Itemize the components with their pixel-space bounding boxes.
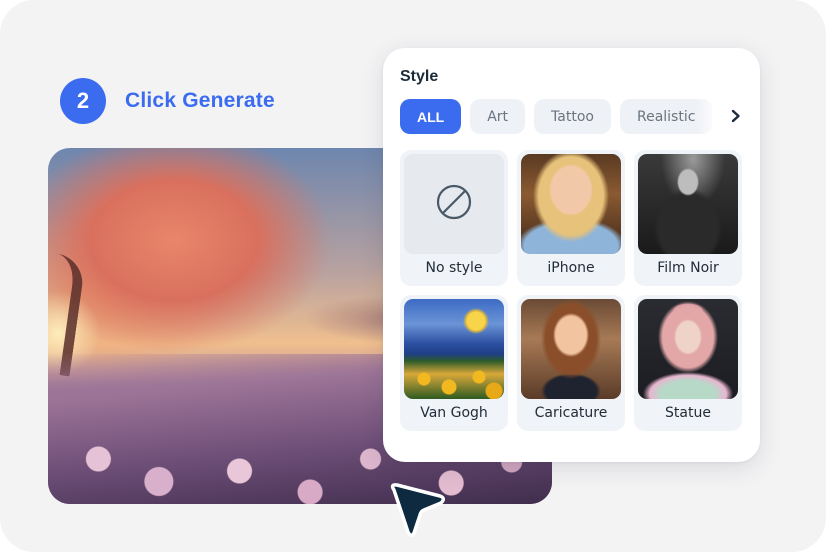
tab-all[interactable]: ALL <box>400 99 462 134</box>
style-thumb-iphone <box>521 154 621 254</box>
step-label: Click Generate <box>125 89 275 112</box>
tab-art[interactable]: Art <box>470 99 526 134</box>
pointer-arrow-icon <box>388 480 452 540</box>
background-frame: 2 Click Generate Style ALL Art Tattoo Re… <box>0 0 826 552</box>
style-card-statue[interactable]: Statue <box>634 295 742 431</box>
style-thumb-no-style <box>404 154 504 254</box>
style-card-van-gogh[interactable]: Van Gogh <box>400 295 508 431</box>
style-thumb-van-gogh <box>404 299 504 399</box>
no-style-icon <box>436 184 472 225</box>
step-number-badge: 2 <box>60 78 106 124</box>
style-thumb-film-noir <box>638 154 738 254</box>
style-category-tabs: ALL Art Tattoo Realistic F <box>400 99 740 134</box>
style-grid: No style iPhone Film Noir Van Gogh Caric… <box>400 150 742 431</box>
style-label: Film Noir <box>657 260 719 276</box>
style-label: Statue <box>665 405 711 421</box>
style-card-iphone[interactable]: iPhone <box>517 150 625 286</box>
style-card-no-style[interactable]: No style <box>400 150 508 286</box>
style-label: Caricature <box>534 405 608 421</box>
tab-tattoo[interactable]: Tattoo <box>534 99 611 134</box>
style-label: Van Gogh <box>420 405 488 421</box>
step-indicator: 2 Click Generate <box>60 78 275 124</box>
style-label: No style <box>425 260 483 276</box>
style-card-film-noir[interactable]: Film Noir <box>634 150 742 286</box>
style-panel: Style ALL Art Tattoo Realistic F <box>383 48 760 462</box>
style-thumb-caricature <box>521 299 621 399</box>
style-panel-title: Style <box>400 68 439 85</box>
chevron-right-icon[interactable] <box>727 107 745 125</box>
style-card-caricature[interactable]: Caricature <box>517 295 625 431</box>
style-label: iPhone <box>547 260 595 276</box>
style-thumb-statue <box>638 299 738 399</box>
